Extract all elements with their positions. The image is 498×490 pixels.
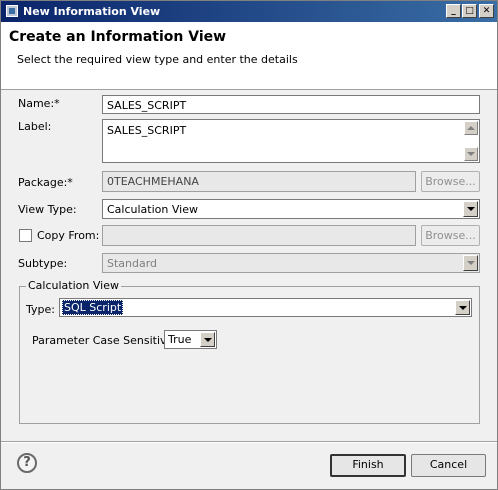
name-input-value: SALES_SCRIPT — [107, 99, 187, 112]
name-input[interactable]: SALES_SCRIPT — [102, 95, 480, 114]
label-label: Label: — [18, 120, 52, 133]
view-type-select[interactable]: Calculation View — [102, 199, 480, 219]
copy-from-checkbox[interactable] — [19, 229, 32, 242]
label-textarea-value: SALES_SCRIPT — [107, 124, 187, 137]
finish-button-label: Finish — [352, 458, 384, 471]
type-select-value: SQL Script — [62, 300, 124, 315]
parameter-case-sensitive-select[interactable]: True — [164, 330, 217, 349]
package-label: Package:* — [18, 176, 73, 189]
subtype-label: Subtype: — [18, 257, 68, 270]
help-icon[interactable]: ? — [17, 453, 37, 473]
page-description: Select the required view type and enter … — [17, 53, 298, 66]
minimize-button[interactable]: _ — [446, 4, 461, 18]
chevron-down-icon[interactable] — [463, 255, 478, 271]
maximize-button[interactable]: □ — [462, 4, 477, 18]
copy-from-browse-button[interactable]: Browse... — [421, 225, 480, 246]
title-bar[interactable]: New Information View _ □ ✕ — [1, 1, 497, 22]
scroll-up-icon[interactable] — [464, 121, 478, 135]
parameter-case-sensitive-value: True — [168, 333, 192, 346]
cancel-button[interactable]: Cancel — [411, 454, 486, 477]
package-browse-button[interactable]: Browse... — [421, 171, 480, 192]
wizard-header: Create an Information View Select the re… — [1, 22, 497, 90]
copy-from-label: Copy From: — [37, 229, 100, 242]
chevron-down-icon[interactable] — [463, 201, 478, 217]
subtype-select[interactable]: Standard — [102, 253, 480, 273]
view-type-select-value: Calculation View — [107, 203, 198, 216]
finish-button[interactable]: Finish — [330, 454, 406, 477]
window-title: New Information View — [23, 5, 161, 18]
name-label: Name:* — [18, 97, 60, 110]
label-textarea[interactable]: SALES_SCRIPT — [102, 119, 480, 163]
package-input-value: 0TEACHMEHANA — [107, 175, 199, 188]
chevron-down-icon[interactable] — [200, 332, 215, 347]
page-title: Create an Information View — [9, 29, 227, 45]
close-button[interactable]: ✕ — [479, 4, 494, 18]
view-type-label: View Type: — [18, 203, 77, 216]
footer-separator — [1, 441, 497, 443]
app-icon — [6, 5, 18, 17]
subtype-select-value: Standard — [107, 257, 158, 270]
type-label: Type: — [26, 303, 55, 316]
new-information-view-dialog: New Information View _ □ ✕ Create an Inf… — [0, 0, 498, 490]
parameter-case-sensitive-label: Parameter Case Sensitive: — [32, 334, 178, 347]
scroll-down-icon[interactable] — [464, 147, 478, 161]
copy-from-input[interactable] — [102, 225, 416, 246]
calculation-view-group-label: Calculation View — [26, 279, 121, 292]
type-select[interactable]: SQL Script — [59, 298, 472, 317]
package-input[interactable]: 0TEACHMEHANA — [102, 171, 416, 192]
chevron-down-icon[interactable] — [455, 300, 470, 315]
